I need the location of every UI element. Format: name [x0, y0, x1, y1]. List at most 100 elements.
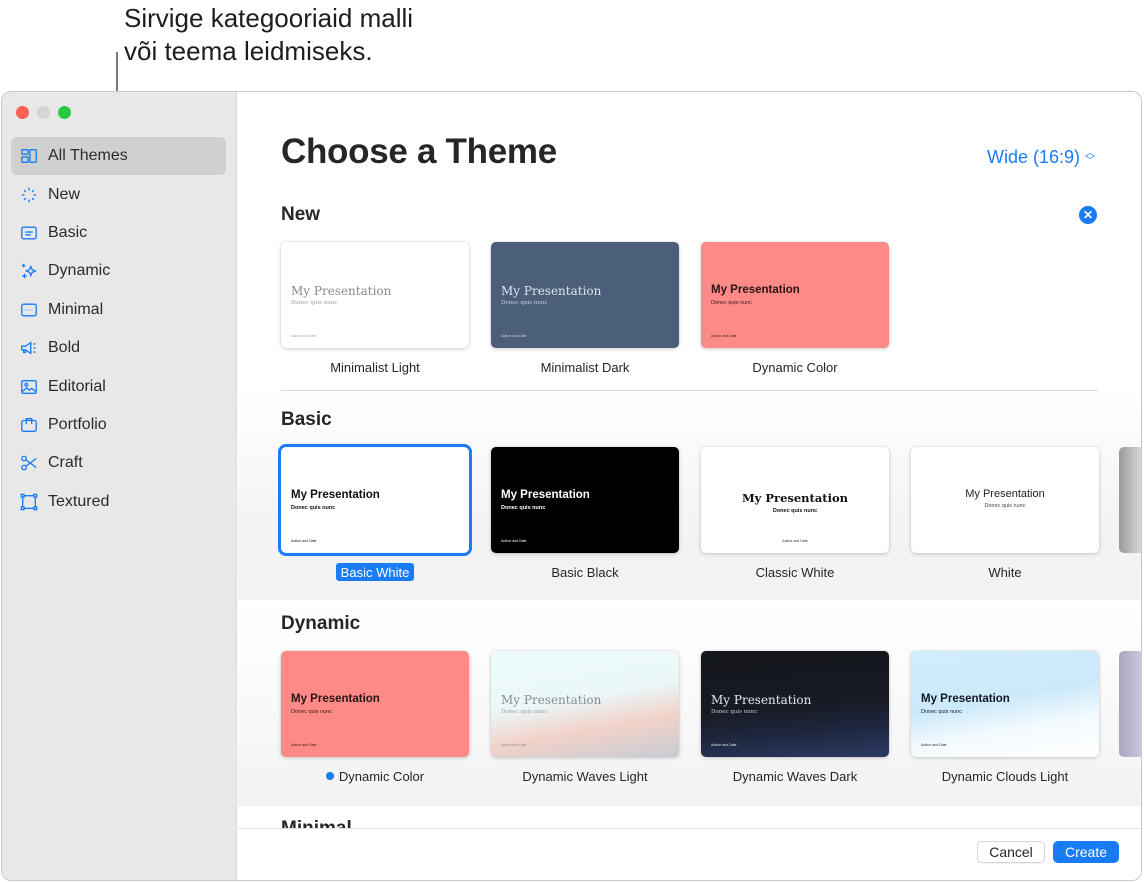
thumb-author: Author and Date	[291, 743, 317, 747]
theme-thumbnail: My Presentation Donec quis nunc Author a…	[701, 242, 889, 348]
theme-minimalist-light[interactable]: My Presentation Donec quis nunc Author a…	[281, 242, 469, 376]
sidebar-item-label: Textured	[48, 492, 110, 510]
cancel-button[interactable]: Cancel	[977, 841, 1045, 863]
sidebar-item-new[interactable]: New	[11, 175, 226, 213]
thumb-author: Author and Date	[711, 334, 737, 338]
theme-basic-black[interactable]: My Presentation Donec quis nunc Author a…	[491, 447, 679, 581]
create-button[interactable]: Create	[1053, 841, 1119, 863]
sidebar-item-label: Minimal	[48, 300, 104, 318]
thumb-author: Author and Date	[291, 334, 317, 338]
sidebar-item-dynamic[interactable]: Dynamic	[11, 252, 226, 290]
callout-line-1: Sirvige kategooriaid malli	[124, 3, 414, 33]
thumb-subtitle: Donec quis nunc	[772, 508, 818, 514]
thumb-subtitle: Donec quis nunc	[711, 709, 758, 715]
zoom-window-button[interactable]	[58, 106, 71, 119]
theme-thumbnail-partial[interactable]	[1119, 447, 1141, 553]
thumb-author: Author and Date	[921, 743, 947, 747]
close-icon: ✕	[1082, 208, 1094, 222]
theme-minimalist-dark[interactable]: My Presentation Donec quis nunc Author a…	[491, 242, 679, 376]
sidebar: All Themes New Basic Dynamic Minimal Bol…	[2, 92, 237, 880]
thumb-subtitle: Donec quis nunc	[291, 709, 332, 715]
sidebar-item-minimal[interactable]: Minimal	[11, 291, 226, 329]
thumb-subtitle: Donec quis nunc	[921, 709, 962, 715]
sidebar-item-editorial[interactable]: Editorial	[11, 367, 226, 405]
thumb-title: My Presentation	[501, 284, 602, 298]
theme-classic-white[interactable]: My Presentation Donec quis nunc Author a…	[701, 447, 889, 581]
chevron-up-down-icon: ︿ ﹀	[1085, 147, 1095, 167]
new-theme-dot	[325, 772, 334, 780]
theme-label: Dynamic Waves Dark	[732, 768, 858, 784]
theme-thumbnail: My Presentation Donec quis nunc Author a…	[491, 447, 679, 553]
category-list: All Themes New Basic Dynamic Minimal Bol…	[11, 137, 226, 521]
sidebar-item-label: Dynamic	[48, 262, 111, 280]
dismiss-new-section-button[interactable]: ✕	[1079, 206, 1097, 224]
thumb-subtitle: Donec quis nunc	[711, 300, 752, 306]
theme-dynamic-clouds-light[interactable]: My Presentation Donec quis nunc Author a…	[911, 651, 1099, 785]
thumb-author: Author and Date	[711, 743, 737, 747]
frame-icon	[19, 492, 39, 512]
theme-thumbnail: My Presentation Donec quis nunc Author a…	[701, 651, 889, 757]
thumb-subtitle: Donec quis nunc	[501, 709, 548, 715]
thumb-subtitle: Donec quis nunc	[291, 505, 336, 511]
megaphone-icon	[19, 338, 39, 358]
thumb-author: Author and Date	[501, 743, 527, 747]
theme-row-dynamic: My Presentation Donec quis nunc Author a…	[281, 651, 1099, 785]
thumb-author: Author and Date	[291, 539, 317, 543]
sidebar-item-label: Editorial	[48, 377, 106, 395]
section-title-minimal: Minimal	[281, 818, 352, 828]
section-title-dynamic: Dynamic	[281, 613, 361, 634]
thumb-subtitle: Donec quis nunc	[501, 505, 546, 511]
sidebar-item-textured[interactable]: Textured	[11, 483, 226, 521]
sidebar-item-portfolio[interactable]: Portfolio	[11, 406, 226, 444]
theme-chooser-window: All Themes New Basic Dynamic Minimal Bol…	[1, 91, 1142, 881]
minimize-window-button[interactable]	[37, 106, 50, 119]
thumb-subtitle: Donec quis nunc	[291, 300, 338, 306]
thumb-title: My Presentation	[291, 489, 380, 501]
theme-label: Classic White	[755, 564, 835, 580]
sidebar-item-label: All Themes	[48, 147, 128, 165]
theme-thumbnail: My Presentation Donec quis nunc Author a…	[281, 447, 469, 553]
theme-thumbnail: My Presentation Donec quis nunc Author a…	[911, 651, 1099, 757]
briefcase-icon	[19, 415, 39, 435]
theme-dynamic-color-new[interactable]: My Presentation Donec quis nunc Author a…	[701, 242, 889, 376]
sparkle-burst-icon	[19, 185, 39, 205]
theme-thumbnail: My Presentation Donec quis nunc Author a…	[281, 242, 469, 348]
window-controls	[16, 106, 71, 119]
theme-label-text: Dynamic Color	[338, 768, 425, 784]
sidebar-item-all-themes[interactable]: All Themes	[11, 137, 226, 176]
thumb-title: My Presentation	[921, 693, 1010, 705]
thumb-author: Author and Date	[501, 334, 527, 338]
thumb-subtitle: Donec quis nunc	[984, 503, 1026, 509]
theme-white[interactable]: My Presentation Donec quis nunc White	[911, 447, 1099, 581]
theme-label: Dynamic Waves Light	[522, 768, 648, 784]
all-themes-icon	[19, 146, 39, 166]
theme-dynamic-waves-light[interactable]: My Presentation Donec quis nunc Author a…	[491, 651, 679, 785]
theme-thumbnail-partial[interactable]	[1119, 651, 1141, 757]
theme-thumbnail: My Presentation Donec quis nunc Author a…	[701, 447, 889, 553]
sidebar-item-label: New	[48, 185, 81, 203]
theme-label: Minimalist Dark	[540, 359, 630, 375]
theme-basic-white[interactable]: My Presentation Donec quis nunc Author a…	[281, 447, 469, 581]
thumb-title: My Presentation	[711, 284, 800, 296]
thumb-title: My Presentation	[501, 693, 602, 707]
thumb-title: My Presentation	[291, 284, 392, 298]
theme-label: White	[988, 564, 1022, 580]
sidebar-item-label: Basic	[48, 223, 88, 241]
theme-dynamic-waves-dark[interactable]: My Presentation Donec quis nunc Author a…	[701, 651, 889, 785]
section-title-new: New	[281, 204, 321, 225]
dialog-footer: Cancel Create	[238, 828, 1141, 880]
theme-label: Dynamic Color	[752, 359, 838, 375]
section-dynamic: Dynamic My Presentation Donec quis nunc …	[238, 600, 1141, 806]
sidebar-item-basic[interactable]: Basic	[11, 214, 226, 252]
callout-line-2: või teema leidmiseks.	[124, 36, 373, 66]
slide-size-popup[interactable]: Wide (16:9) ︿ ﹀	[987, 147, 1095, 168]
theme-dynamic-color[interactable]: My Presentation Donec quis nunc Author a…	[281, 651, 469, 785]
section-divider	[281, 390, 1098, 391]
section-basic: Basic My Presentation Donec quis nunc Au…	[238, 392, 1141, 600]
sidebar-item-bold[interactable]: Bold	[11, 329, 226, 367]
close-window-button[interactable]	[16, 106, 29, 119]
sidebar-item-craft[interactable]: Craft	[11, 444, 226, 482]
theme-label: Basic White	[335, 563, 415, 581]
section-minimal: Minimal	[238, 806, 1141, 828]
theme-row-new: My Presentation Donec quis nunc Author a…	[281, 242, 889, 376]
